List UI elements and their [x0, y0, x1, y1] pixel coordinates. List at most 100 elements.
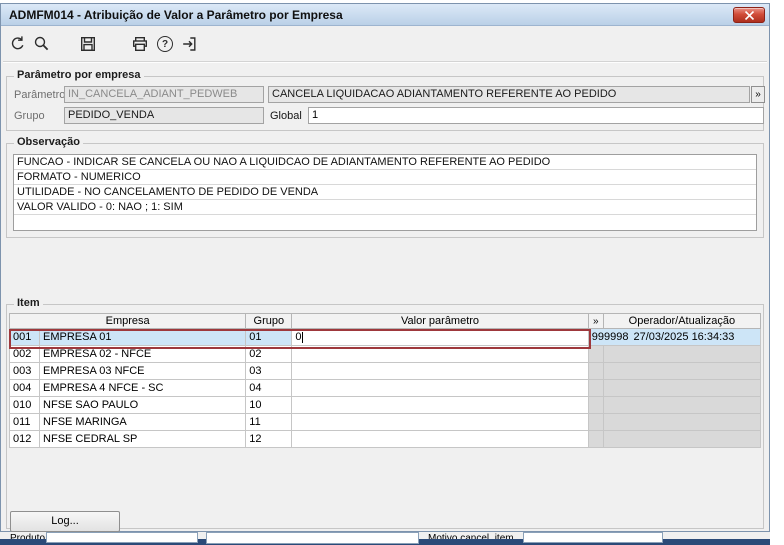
- col-header-operador[interactable]: Operador/Atualização: [602, 313, 762, 329]
- cell-grupo[interactable]: 03: [245, 362, 293, 380]
- save-icon: [81, 37, 96, 52]
- cell-valor[interactable]: [291, 430, 589, 448]
- cell-empresa[interactable]: EMPRESA 03 NFCE: [39, 362, 247, 380]
- search-icon: [34, 36, 49, 51]
- text-caret: [302, 331, 304, 343]
- row-num: 001: [8, 328, 41, 346]
- print-icon: [133, 37, 148, 52]
- operador-timestamp: 27/03/2025 16:34:33: [633, 331, 735, 343]
- cell-operador: [602, 430, 762, 448]
- observacao-line[interactable]: VALOR VALIDO - 0: NAO ; 1: SIM: [14, 200, 756, 215]
- cell-expand: [587, 430, 604, 448]
- cell-valor[interactable]: [291, 396, 589, 414]
- close-button[interactable]: [733, 7, 765, 23]
- cell-valor[interactable]: [291, 413, 589, 431]
- cell-grupo[interactable]: 10: [245, 396, 293, 414]
- undo-icon: [11, 36, 24, 50]
- cell-empresa[interactable]: NFSE CEDRAL SP: [39, 430, 247, 448]
- window-title: ADMFM014 - Atribuição de Valor a Parâmet…: [9, 7, 343, 22]
- cell-expand: [587, 396, 604, 414]
- cell-expand: [587, 345, 604, 363]
- grid-header-row: Empresa Grupo Valor parâmetro » Operador…: [8, 313, 762, 329]
- row-num: 003: [8, 362, 41, 380]
- grupo-field[interactable]: PEDIDO_VENDA: [64, 107, 264, 124]
- col-header-empresa[interactable]: Empresa: [8, 313, 247, 329]
- table-row[interactable]: 001 EMPRESA 01 01 0 999998 27/03/2025 16:…: [8, 328, 762, 346]
- col-header-valor[interactable]: Valor parâmetro: [291, 313, 589, 329]
- valor-edit-cell[interactable]: 0: [291, 328, 589, 346]
- table-row[interactable]: 004 EMPRESA 4 NFCE - SC 04: [8, 379, 762, 397]
- valor-value: 0: [295, 331, 302, 343]
- row-num: 002: [8, 345, 41, 363]
- param-group: Parâmetro por empresa Parâmetro IN_CANCE…: [6, 69, 765, 131]
- item-group-title: Item: [14, 297, 43, 309]
- cell-grupo[interactable]: 11: [245, 413, 293, 431]
- cell-operador: [602, 345, 762, 363]
- cell-empresa[interactable]: EMPRESA 4 NFCE - SC: [39, 379, 247, 397]
- cell-valor[interactable]: [291, 345, 589, 363]
- table-row[interactable]: 010 NFSE SAO PAULO 10: [8, 396, 762, 414]
- observacao-line[interactable]: FUNCAO - INDICAR SE CANCELA OU NAO A LIQ…: [14, 155, 756, 170]
- table-row[interactable]: 003 EMPRESA 03 NFCE 03: [8, 362, 762, 380]
- help-button[interactable]: ?: [155, 34, 175, 54]
- screen: ADMFM014 - Atribuição de Valor a Parâmet…: [0, 0, 784, 545]
- table-row[interactable]: 002 EMPRESA 02 - NFCE 02: [8, 345, 762, 363]
- cell-valor[interactable]: [291, 362, 589, 380]
- global-label: Global: [270, 110, 302, 122]
- table-row[interactable]: 012 NFSE CEDRAL SP 12: [8, 430, 762, 448]
- col-header-expand[interactable]: »: [587, 313, 604, 329]
- row-num: 004: [8, 379, 41, 397]
- cell-operador[interactable]: 999998 27/03/2025 16:34:33: [587, 328, 762, 346]
- cell-expand: [587, 413, 604, 431]
- background-field[interactable]: [523, 532, 663, 543]
- param-label: Parâmetro: [14, 89, 66, 101]
- cell-grupo[interactable]: 12: [245, 430, 293, 448]
- cell-empresa[interactable]: NFSE MARINGA: [39, 413, 247, 431]
- cell-operador: [602, 362, 762, 380]
- search-button[interactable]: [32, 34, 52, 54]
- background-window: Produto Motivo cancel. item: [0, 532, 770, 545]
- row-num: 010: [8, 396, 41, 414]
- undo-button[interactable]: [8, 34, 28, 54]
- cell-empresa[interactable]: NFSE SAO PAULO: [39, 396, 247, 414]
- exit-button[interactable]: [180, 34, 200, 54]
- item-group: Item Empresa Grupo Valor parâmetro » Ope…: [6, 297, 764, 532]
- background-field[interactable]: [206, 532, 419, 544]
- param-name-field[interactable]: IN_CANCELA_ADIANT_PEDWEB: [64, 86, 264, 103]
- close-icon: [744, 10, 754, 20]
- col-header-grupo[interactable]: Grupo: [245, 313, 293, 329]
- cell-valor[interactable]: [291, 379, 589, 397]
- param-expand-button[interactable]: »: [751, 86, 765, 103]
- cell-operador: [602, 396, 762, 414]
- observacao-line[interactable]: FORMATO - NUMERICO: [14, 170, 756, 185]
- log-button[interactable]: Log...: [10, 511, 120, 532]
- cell-grupo[interactable]: 04: [245, 379, 293, 397]
- save-button[interactable]: [78, 34, 98, 54]
- observacao-list: FUNCAO - INDICAR SE CANCELA OU NAO A LIQ…: [13, 154, 757, 231]
- operador-code: 999998: [591, 331, 629, 343]
- param-desc-field[interactable]: CANCELA LIQUIDACAO ADIANTAMENTO REFERENT…: [268, 86, 750, 103]
- row-num: 011: [8, 413, 41, 431]
- cell-empresa[interactable]: EMPRESA 02 - NFCE: [39, 345, 247, 363]
- exit-icon: [183, 37, 196, 51]
- observacao-line[interactable]: UTILIDADE - NO CANCELAMENTO DE PEDIDO DE…: [14, 185, 756, 200]
- item-grid: Empresa Grupo Valor parâmetro » Operador…: [8, 313, 762, 448]
- dialog-window: ADMFM014 - Atribuição de Valor a Parâmet…: [0, 3, 770, 532]
- cell-grupo[interactable]: 02: [245, 345, 293, 363]
- param-group-title: Parâmetro por empresa: [14, 69, 144, 81]
- print-button[interactable]: [130, 34, 150, 54]
- cell-empresa[interactable]: EMPRESA 01: [39, 328, 247, 346]
- observacao-line[interactable]: [14, 215, 756, 230]
- title-bar[interactable]: ADMFM014 - Atribuição de Valor a Parâmet…: [1, 4, 769, 26]
- observacao-group: Observação FUNCAO - INDICAR SE CANCELA O…: [6, 136, 764, 238]
- grupo-label: Grupo: [14, 110, 45, 122]
- cell-grupo[interactable]: 01: [245, 328, 293, 346]
- cell-expand: [587, 362, 604, 380]
- global-field[interactable]: 1: [308, 107, 764, 124]
- cell-operador: [602, 413, 762, 431]
- row-num: 012: [8, 430, 41, 448]
- toolbar-separator: [3, 61, 767, 63]
- table-row[interactable]: 011 NFSE MARINGA 11: [8, 413, 762, 431]
- background-field[interactable]: [46, 532, 198, 543]
- cell-expand: [587, 379, 604, 397]
